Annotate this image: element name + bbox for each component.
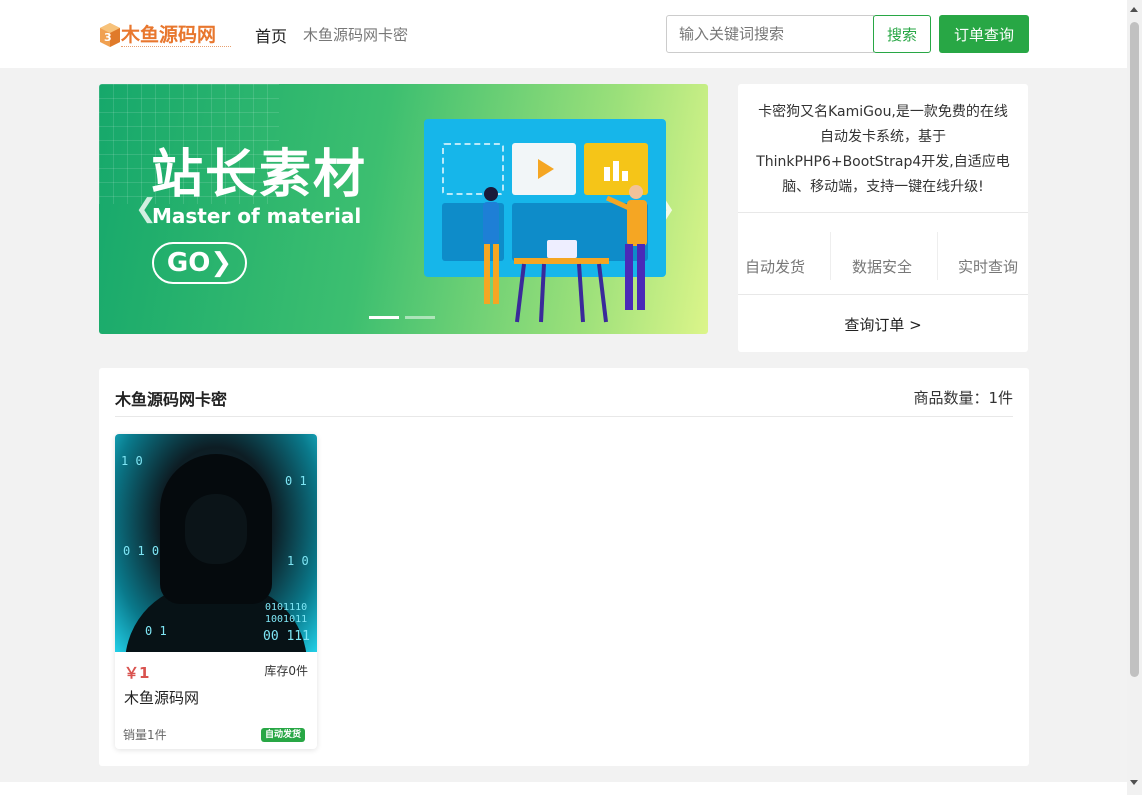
- feature-data-security: 数据安全: [852, 258, 913, 276]
- banner-carousel[interactable]: 站长素材 Master of material GO❯ ❮ ❯: [99, 84, 708, 334]
- nav-home-link[interactable]: 首页: [255, 23, 287, 47]
- binary-decoration: 00 111: [263, 629, 310, 644]
- info-description: 卡密狗又名KamiGou,是一款免费的在线自动发卡系统，基于ThinkPHP6+…: [756, 104, 1010, 195]
- logo-cube-icon: 3: [100, 23, 120, 47]
- feature-auto-delivery: 自动发货: [745, 258, 806, 276]
- products-count: 商品数量：1件: [913, 389, 1013, 407]
- scroll-up-icon[interactable]: [1130, 7, 1138, 12]
- binary-decoration: 1 0: [121, 454, 143, 468]
- search-button[interactable]: 搜索: [873, 15, 931, 53]
- banner-indicators: [369, 304, 441, 323]
- banner-title: 站长素材: [151, 145, 368, 205]
- auto-delivery-badge: 自动发货: [260, 728, 305, 742]
- page-scrollbar[interactable]: [1127, 0, 1142, 795]
- product-sales: 销量1件: [123, 728, 167, 742]
- top-header: 3 木鱼源码网 首页 木鱼源码网卡密 搜索 订单查询: [0, 0, 1127, 68]
- binary-decoration: 0 1: [145, 624, 167, 638]
- search-input[interactable]: [666, 15, 874, 53]
- info-divider: [738, 294, 1028, 295]
- products-section: 木鱼源码网卡密 商品数量：1件 1 0 0 1 0 1 0 1 0 010111…: [99, 368, 1029, 766]
- feature-separator: [830, 232, 831, 280]
- banner-indicator-1[interactable]: [369, 316, 399, 319]
- svg-text:3: 3: [104, 31, 112, 44]
- hacker-face: [185, 494, 247, 564]
- banner-people-illustration: [483, 185, 647, 323]
- logo-text: 木鱼源码网: [121, 24, 217, 46]
- feature-realtime-query: 实时查询: [958, 258, 1019, 276]
- binary-decoration: 0 1: [285, 474, 307, 488]
- query-order-link[interactable]: 查询订单 >: [738, 314, 1028, 335]
- binary-decoration: 1 0: [287, 554, 309, 568]
- info-panel: 卡密狗又名KamiGou,是一款免费的在线自动发卡系统，基于ThinkPHP6+…: [738, 84, 1028, 352]
- binary-decoration: 0101110: [265, 602, 308, 613]
- products-divider: [115, 416, 1013, 417]
- product-price: ￥1: [124, 664, 150, 682]
- product-card[interactable]: 1 0 0 1 0 1 0 1 0 0101110 1001011 00 111…: [115, 434, 317, 749]
- scroll-down-icon[interactable]: [1130, 780, 1138, 785]
- nav-shop-link[interactable]: 木鱼源码网卡密: [303, 24, 408, 45]
- logo-tagline-decoration: [121, 46, 231, 50]
- feature-separator: [937, 232, 938, 280]
- banner-go-button[interactable]: GO❯: [152, 242, 247, 284]
- product-name[interactable]: 木鱼源码网: [124, 687, 199, 708]
- site-logo[interactable]: 3 木鱼源码网: [99, 20, 232, 54]
- product-stock: 库存0件: [264, 664, 308, 678]
- info-divider: [738, 212, 1028, 213]
- banner-prev-icon[interactable]: ❮: [135, 194, 157, 224]
- binary-decoration: 1001011: [265, 614, 308, 625]
- banner-subtitle: Master of material: [152, 204, 362, 228]
- binary-decoration: 0 1 0: [123, 544, 160, 558]
- scrollbar-thumb[interactable]: [1130, 22, 1139, 677]
- products-title: 木鱼源码网卡密: [115, 390, 228, 409]
- order-query-button[interactable]: 订单查询: [939, 15, 1029, 53]
- footer-edge: [0, 782, 1127, 795]
- product-image: 1 0 0 1 0 1 0 1 0 0101110 1001011 00 111…: [115, 434, 317, 652]
- banner-indicator-2[interactable]: [405, 316, 435, 319]
